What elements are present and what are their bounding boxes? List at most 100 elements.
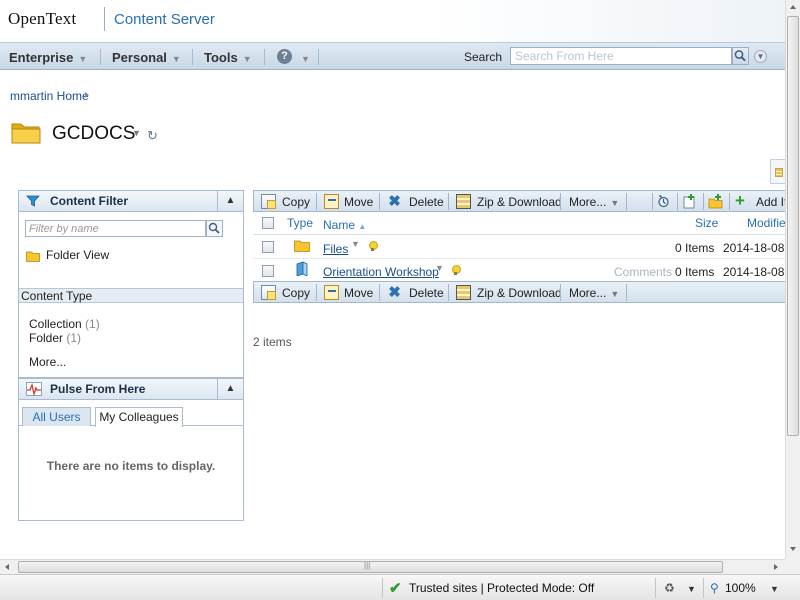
delete-icon: ✖ [388, 193, 401, 210]
column-size[interactable]: Size [695, 216, 718, 230]
collapse-chevron-up-icon[interactable]: ▲ [217, 191, 243, 211]
more-label: More... [569, 286, 607, 300]
security-zone-text[interactable]: Trusted sites | Protected Mode: Off [409, 581, 594, 595]
table-row: Files ▼ 0 Items 2014-18-08 [253, 235, 785, 259]
item-name-link[interactable]: Orientation Workshop [323, 265, 439, 279]
content-type-label: Collection [29, 317, 82, 331]
search-button[interactable] [732, 47, 749, 65]
vertical-scroll-thumb[interactable] [787, 16, 799, 436]
zip-icon [456, 194, 471, 209]
search-icon [734, 50, 746, 62]
content-filter-title: Content Filter [50, 194, 128, 208]
scroll-left-arrow-icon[interactable] [5, 564, 9, 570]
add-folder-icon[interactable] [708, 194, 723, 209]
more-actions-button[interactable]: More... ▼ [569, 195, 619, 209]
table-header: Type Name ▲ Size Modifie [253, 214, 786, 235]
toolbar-divider [379, 284, 380, 301]
status-divider [703, 578, 704, 598]
delete-label: Delete [409, 195, 444, 209]
main-menubar: Enterprise ▼ Personal ▼ Tools ▼ ? ▼ Search … [0, 42, 785, 70]
reserve-icon[interactable] [656, 194, 671, 209]
item-name-link[interactable]: Files [323, 242, 348, 256]
collapse-chevron-up-icon[interactable]: ▲ [217, 379, 243, 399]
menu-personal-label: Personal [112, 50, 167, 65]
scroll-down-arrow-icon[interactable] [790, 547, 796, 551]
menu-tools[interactable]: Tools ▼ [204, 50, 252, 65]
scroll-up-arrow-icon[interactable] [790, 5, 796, 9]
menu-divider [192, 49, 193, 65]
row-checkbox[interactable] [262, 241, 274, 253]
items-count: 2 items [253, 335, 292, 349]
opentext-logo: OpenText [8, 9, 77, 28]
scroll-right-arrow-icon[interactable] [774, 564, 778, 570]
content-type-more-link[interactable]: More... [29, 355, 66, 369]
item-menu-chevron-icon[interactable]: ▼ [351, 239, 360, 249]
content-filter-header: Content Filter ▲ [19, 191, 243, 212]
toolbar-divider [677, 193, 678, 210]
bulb-icon[interactable] [369, 241, 378, 251]
vertical-scrollbar[interactable] [785, 0, 800, 559]
chevron-down-icon: ▼ [610, 198, 620, 208]
column-type[interactable]: Type [287, 216, 313, 230]
filter-search-button[interactable] [206, 220, 223, 237]
select-all-checkbox[interactable] [262, 217, 274, 229]
toolbar-divider [448, 284, 449, 301]
menu-divider [100, 49, 101, 65]
pulse-header: Pulse From Here ▲ [19, 379, 243, 400]
search-input[interactable] [510, 47, 732, 65]
more-actions-button[interactable]: More... ▼ [569, 286, 619, 300]
pulse-panel: Pulse From Here ▲ All Users My Colleague… [18, 378, 244, 521]
status-divider [655, 578, 656, 598]
toolbar-divider [626, 193, 627, 210]
help-menu-caret[interactable]: ▼ [296, 50, 310, 65]
copy-label: Copy [282, 286, 311, 300]
toolbar-divider [560, 193, 561, 210]
add-document-icon[interactable] [682, 194, 697, 209]
row-checkbox[interactable] [262, 265, 274, 277]
horizontal-scroll-thumb[interactable] [18, 561, 723, 573]
breadcrumb-home[interactable]: mmartin Home [10, 89, 89, 103]
item-menu-chevron-icon[interactable]: ▼ [435, 263, 444, 273]
horizontal-scrollbar[interactable]: ||| [0, 559, 785, 574]
content-type-collection[interactable]: Collection (1) [29, 317, 100, 331]
zip-icon [456, 285, 471, 300]
content-type-label: Folder [29, 331, 64, 345]
filter-by-name-input[interactable] [25, 220, 206, 237]
folder-icon [294, 240, 310, 252]
zoom-icon[interactable]: ⚲ [710, 581, 719, 595]
menu-personal[interactable]: Personal ▼ [112, 50, 181, 65]
title-menu-chevron-icon[interactable]: ▼ [132, 128, 141, 138]
chevron-down-icon[interactable]: ▼ [770, 584, 779, 594]
sidebar-toggle-tab[interactable] [770, 159, 785, 184]
refresh-icon[interactable]: ↻ [147, 128, 158, 144]
toolbar-divider [448, 193, 449, 210]
zoom-level[interactable]: 100% [725, 581, 756, 595]
tab-my-colleagues[interactable]: My Colleagues [95, 407, 183, 427]
check-icon: ✔ [389, 580, 402, 597]
folder-view-link[interactable]: Folder View [46, 248, 109, 262]
chevron-down-icon[interactable]: ▼ [687, 584, 696, 594]
item-size: 0 Items [675, 265, 715, 279]
breadcrumb-arrow-icon[interactable] [85, 92, 89, 98]
toolbar-divider [703, 193, 704, 210]
tab-all-users[interactable]: All Users [22, 407, 91, 426]
pulse-empty-message: There are no items to display. [46, 459, 216, 473]
search-options-icon[interactable]: ▼ [754, 50, 767, 63]
content-type-folder[interactable]: Folder (1) [29, 331, 81, 345]
move-icon [324, 285, 339, 300]
pulse-title: Pulse From Here [50, 382, 146, 396]
delete-icon: ✖ [388, 284, 401, 301]
bulb-icon[interactable] [452, 265, 461, 275]
comments-link[interactable]: Comments [614, 265, 672, 279]
content-type-heading: Content Type [19, 288, 243, 303]
protected-mode-icon[interactable]: ♻ [664, 581, 675, 595]
folder-icon [11, 123, 41, 144]
item-modified: 2014-18-08 [723, 241, 785, 255]
help-icon[interactable]: ? [277, 49, 292, 64]
content-filter-panel: Content Filter ▲ Folder View Content Typ… [18, 190, 244, 378]
column-modified[interactable]: Modifie [747, 216, 786, 230]
copy-label: Copy [282, 195, 311, 209]
zip-label: Zip & Download [477, 195, 562, 209]
menu-enterprise[interactable]: Enterprise ▼ [9, 50, 87, 65]
column-name[interactable]: Name ▲ [323, 218, 366, 232]
